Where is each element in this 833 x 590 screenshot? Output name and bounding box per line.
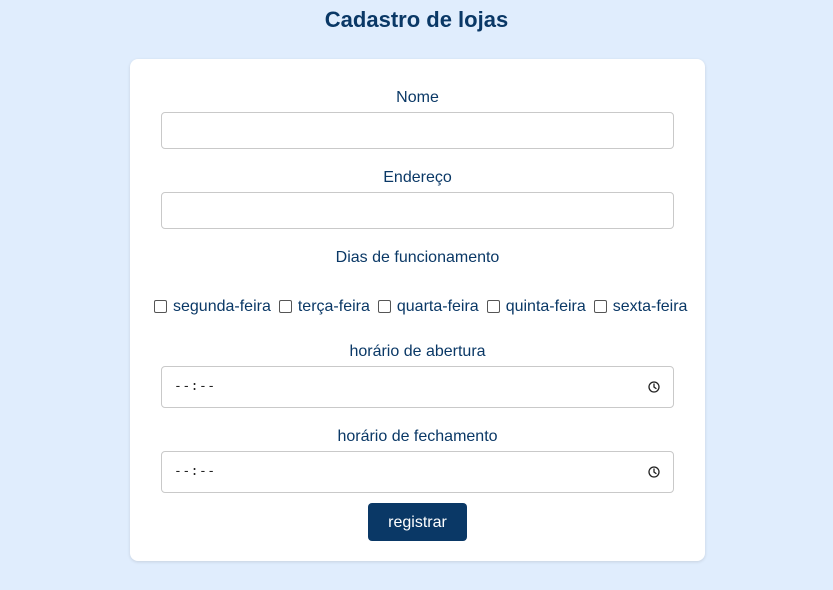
page-title: Cadastro de lojas — [324, 7, 509, 32]
day-option-sexta[interactable]: sexta-feira — [593, 298, 688, 316]
terca-checkbox[interactable] — [278, 299, 292, 313]
days-checkbox-group: segunda-feira terça-feira quarta-feira q… — [154, 298, 687, 316]
nome-input[interactable] — [161, 112, 674, 149]
quarta-label: quarta-feira — [396, 298, 479, 315]
endereco-label: Endereço — [383, 169, 452, 186]
day-option-terca[interactable]: terça-feira — [278, 298, 370, 316]
sexta-label: sexta-feira — [612, 298, 688, 315]
dias-label: Dias de funcionamento — [335, 249, 500, 266]
quinta-label: quinta-feira — [505, 298, 586, 315]
quinta-checkbox[interactable] — [486, 299, 500, 313]
nome-label: Nome — [396, 89, 439, 106]
day-option-quarta[interactable]: quarta-feira — [377, 298, 479, 316]
clock-icon[interactable] — [648, 466, 660, 478]
abertura-time-input[interactable]: --:-- — [161, 366, 674, 408]
endereco-input[interactable] — [161, 192, 674, 229]
fechamento-label: horário de fechamento — [337, 428, 498, 445]
fechamento-time-input[interactable]: --:-- — [161, 451, 674, 493]
quarta-checkbox[interactable] — [377, 299, 391, 313]
segunda-checkbox[interactable] — [154, 299, 167, 313]
day-option-segunda[interactable]: segunda-feira — [154, 298, 271, 316]
sexta-checkbox[interactable] — [593, 299, 607, 313]
day-option-quinta[interactable]: quinta-feira — [486, 298, 586, 316]
store-form-card: Nome Endereço Dias de funcionamento segu… — [130, 59, 705, 561]
segunda-label: segunda-feira — [173, 298, 271, 315]
clock-icon[interactable] — [648, 381, 660, 393]
registrar-button[interactable]: registrar — [368, 503, 467, 541]
terca-label: terça-feira — [297, 298, 370, 315]
fechamento-placeholder: --:-- — [174, 464, 216, 479]
abertura-placeholder: --:-- — [174, 379, 216, 394]
abertura-label: horário de abertura — [349, 343, 486, 360]
